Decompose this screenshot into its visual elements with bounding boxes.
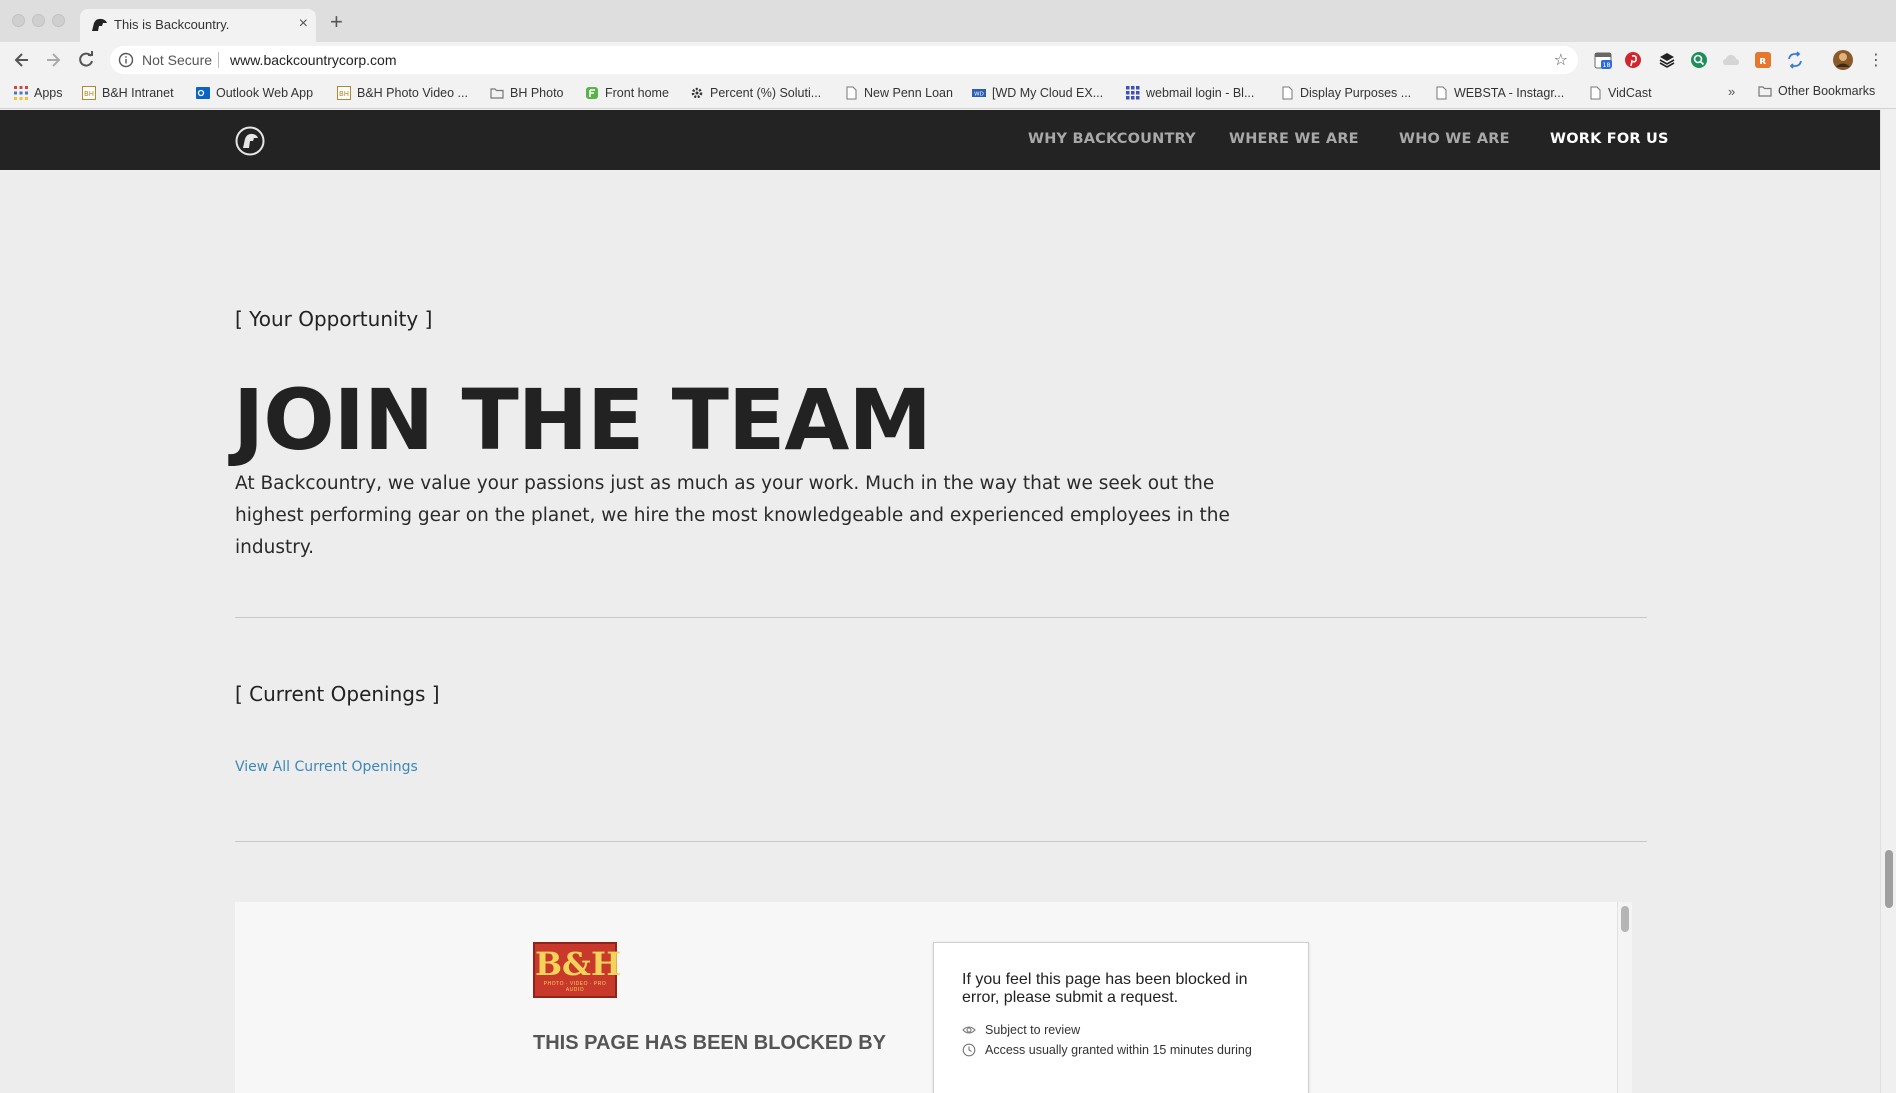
clock-icon	[962, 1043, 976, 1057]
browser-menu-icon[interactable]: ⋮	[1868, 50, 1884, 70]
eye-icon	[962, 1026, 976, 1034]
page-scroll-thumb[interactable]	[1885, 850, 1893, 908]
new-tab-button[interactable]: +	[330, 11, 343, 33]
bh-logo-tagline: PHOTO · VIDEO · PRO AUDIO	[543, 981, 607, 993]
bh-logo-letters: B&H	[535, 945, 622, 983]
openings-eyebrow: [ Current Openings ]	[235, 682, 440, 706]
folder-icon	[490, 88, 504, 99]
page-scrollbar[interactable]	[1880, 110, 1896, 1093]
bookmark-bh-photo-video[interactable]: BH B&H Photo Video ...	[337, 84, 468, 102]
nav-work-for-us[interactable]: WORK FOR US	[1550, 131, 1669, 147]
page-viewport: WHY BACKCOUNTRY WHERE WE ARE WHO WE ARE …	[0, 110, 1896, 1093]
url-text[interactable]: www.backcountrycorp.com	[230, 52, 397, 68]
reload-icon[interactable]	[76, 50, 96, 70]
embed-scroll-thumb[interactable]	[1621, 906, 1629, 932]
close-window-button[interactable]	[12, 14, 25, 27]
page-title: JOIN THE TEAM	[233, 371, 932, 469]
pinterest-extension-icon[interactable]	[1624, 51, 1642, 69]
address-separator	[218, 52, 219, 68]
embed-scrollbar[interactable]	[1617, 902, 1632, 1093]
svg-text:18: 18	[1602, 61, 1610, 69]
page-icon	[846, 86, 857, 100]
tab-strip: This is Backcountry. × +	[0, 0, 1896, 42]
section-divider	[235, 617, 1647, 618]
bookmark-star-icon[interactable]: ☆	[1554, 50, 1568, 70]
svg-text:BH: BH	[339, 90, 349, 98]
bookmark-wd-my-cloud[interactable]: WD [WD My Cloud EX...	[972, 84, 1103, 102]
bh-icon: BH	[337, 86, 351, 100]
bookmark-display-purposes[interactable]: Display Purposes ...	[1280, 84, 1411, 102]
opportunity-eyebrow: [ Your Opportunity ]	[235, 307, 433, 331]
page-icon	[1282, 86, 1293, 100]
bookmark-outlook-web-app[interactable]: Outlook Web App	[196, 84, 313, 102]
request-access-card: If you feel this page has been blocked i…	[933, 942, 1309, 1093]
nav-who-we-are[interactable]: WHO WE ARE	[1399, 131, 1510, 147]
info-icon[interactable]	[118, 52, 134, 68]
bookmarks-overflow-icon[interactable]: »	[1728, 84, 1735, 99]
access-time-note: Access usually granted within 15 minutes…	[962, 1043, 1252, 1057]
bookmark-webmail-login[interactable]: webmail login - Bl...	[1126, 84, 1254, 102]
blocked-heading: THIS PAGE HAS BEEN BLOCKED BY	[533, 1032, 886, 1054]
folder-icon	[1758, 86, 1772, 97]
search-extension-icon[interactable]	[1690, 51, 1708, 69]
review-note: Subject to review	[962, 1023, 1080, 1037]
layers-extension-icon[interactable]	[1658, 51, 1676, 69]
bh-icon: BH	[82, 86, 96, 100]
browser-tab[interactable]: This is Backcountry. ×	[80, 9, 316, 42]
apps-grid-icon	[14, 86, 28, 100]
cloud-extension-icon[interactable]	[1722, 51, 1740, 69]
embedded-blocked-frame: B&H PHOTO · VIDEO · PRO AUDIO THIS PAGE …	[235, 902, 1632, 1093]
bh-logo: B&H PHOTO · VIDEO · PRO AUDIO	[533, 942, 622, 998]
bookmark-apps[interactable]: Apps	[14, 84, 63, 102]
svg-text:WD: WD	[974, 92, 984, 98]
back-arrow-icon[interactable]	[12, 50, 32, 70]
page-icon	[1590, 86, 1601, 100]
minimize-window-button[interactable]	[32, 14, 45, 27]
bookmark-bh-photo-folder[interactable]: BH Photo	[490, 84, 564, 102]
svg-text:BH: BH	[84, 90, 94, 98]
sync-extension-icon[interactable]	[1786, 51, 1804, 69]
grid-icon	[1126, 86, 1140, 100]
bookmark-percent-solutions[interactable]: Percent (%) Soluti...	[690, 84, 821, 102]
tab-title: This is Backcountry.	[114, 17, 230, 32]
orange-extension-icon[interactable]: ʀ	[1754, 51, 1772, 69]
bookmark-bh-intranet[interactable]: BH B&H Intranet	[82, 84, 174, 102]
outlook-icon	[196, 87, 210, 99]
security-label: Not Secure	[142, 52, 213, 68]
section-divider	[235, 841, 1647, 842]
view-all-openings-link[interactable]: View All Current Openings	[235, 759, 418, 775]
close-tab-icon[interactable]: ×	[299, 15, 308, 33]
nav-where-we-are[interactable]: WHERE WE ARE	[1229, 131, 1359, 147]
forward-arrow-icon[interactable]	[43, 50, 63, 70]
bookmark-front-home[interactable]: Front home	[585, 84, 669, 102]
profile-avatar[interactable]	[1832, 49, 1854, 71]
request-text: If you feel this page has been blocked i…	[962, 971, 1248, 1006]
browser-toolbar: Not Secure www.backcountrycorp.com ☆ 18 …	[0, 42, 1896, 78]
nav-why-backcountry[interactable]: WHY BACKCOUNTRY	[1028, 131, 1196, 147]
bookmark-vidcast[interactable]: VidCast	[1588, 84, 1652, 102]
zoom-window-button[interactable]	[52, 14, 65, 27]
site-header: WHY BACKCOUNTRY WHERE WE ARE WHO WE ARE …	[0, 110, 1880, 170]
svg-text:ʀ: ʀ	[1759, 54, 1766, 67]
bookmarks-bar: Apps BH B&H Intranet Outlook Web App BH …	[0, 78, 1896, 109]
wd-icon: WD	[972, 89, 986, 98]
bookmark-websta[interactable]: WEBSTA - Instagr...	[1434, 84, 1564, 102]
backcountry-logo[interactable]	[234, 125, 266, 157]
other-bookmarks[interactable]: Other Bookmarks	[1758, 84, 1875, 98]
front-icon	[586, 87, 598, 99]
page-icon	[1436, 86, 1447, 100]
calendar-extension-icon[interactable]: 18	[1594, 51, 1612, 69]
backcountry-goat-icon	[92, 18, 107, 31]
bookmark-new-penn-loan[interactable]: New Penn Loan	[844, 84, 953, 102]
intro-paragraph: At Backcountry, we value your passions j…	[235, 473, 1230, 558]
gear-icon	[691, 87, 703, 99]
address-bar[interactable]: Not Secure www.backcountrycorp.com ☆	[110, 46, 1578, 74]
